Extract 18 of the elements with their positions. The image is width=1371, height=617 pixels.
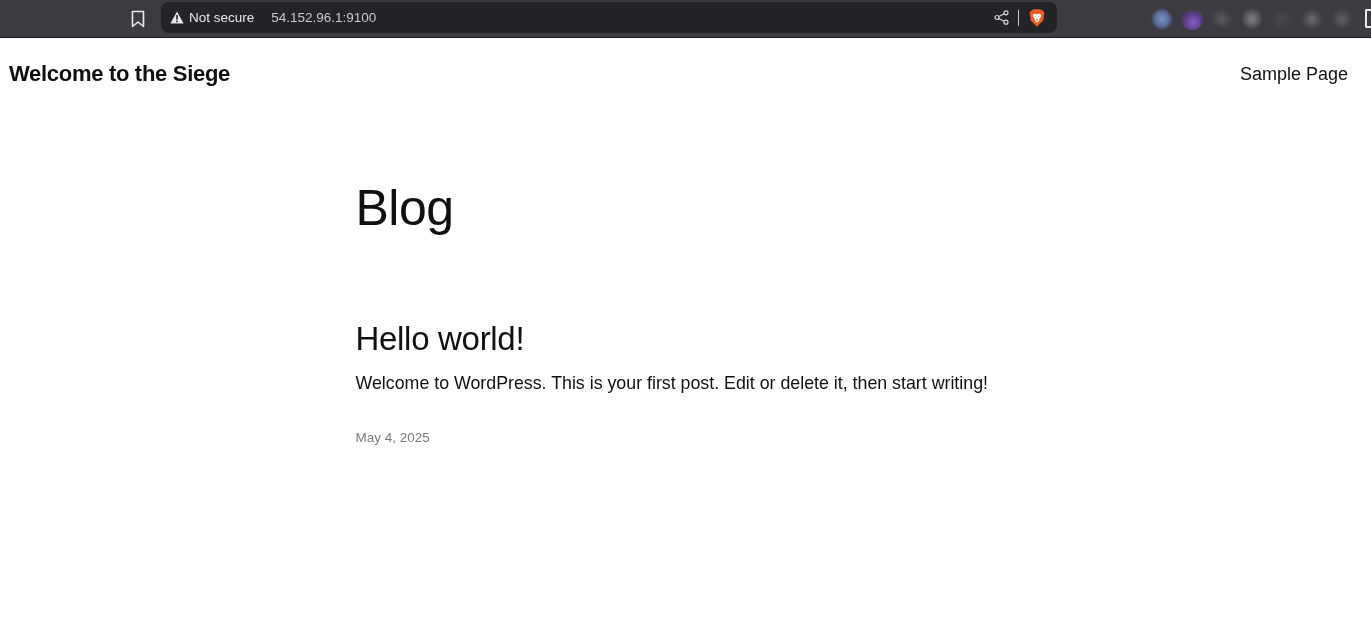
share-icon[interactable] — [994, 10, 1009, 25]
post-date: May 4, 2025 — [355, 430, 430, 445]
page-title: Blog — [355, 179, 455, 238]
panel-icon[interactable] — [1365, 9, 1371, 28]
address-bar[interactable]: Not secure 54.152.96.1:9100 — [161, 2, 1057, 33]
post-excerpt: Welcome to WordPress. This is your first post. Edit or delete it, then start writing! — [355, 372, 988, 395]
blurred-icon[interactable] — [1181, 7, 1203, 30]
nav-link[interactable]: Sample Page — [1239, 63, 1348, 85]
blurred-icon[interactable] — [1301, 7, 1323, 30]
blurred-icon[interactable] — [1151, 7, 1173, 30]
lion-icon[interactable] — [1029, 8, 1045, 27]
warning-icon[interactable] — [170, 11, 184, 24]
bookmark-icon[interactable] — [131, 9, 145, 28]
blurred-icon[interactable] — [1241, 7, 1263, 30]
post-title[interactable]: Hello world! — [355, 319, 525, 359]
security-label[interactable]: Not secure — [189, 10, 255, 25]
site-title[interactable]: Welcome to the Siege — [9, 61, 230, 87]
url-text[interactable]: 54.152.96.1:9100 — [271, 10, 377, 25]
